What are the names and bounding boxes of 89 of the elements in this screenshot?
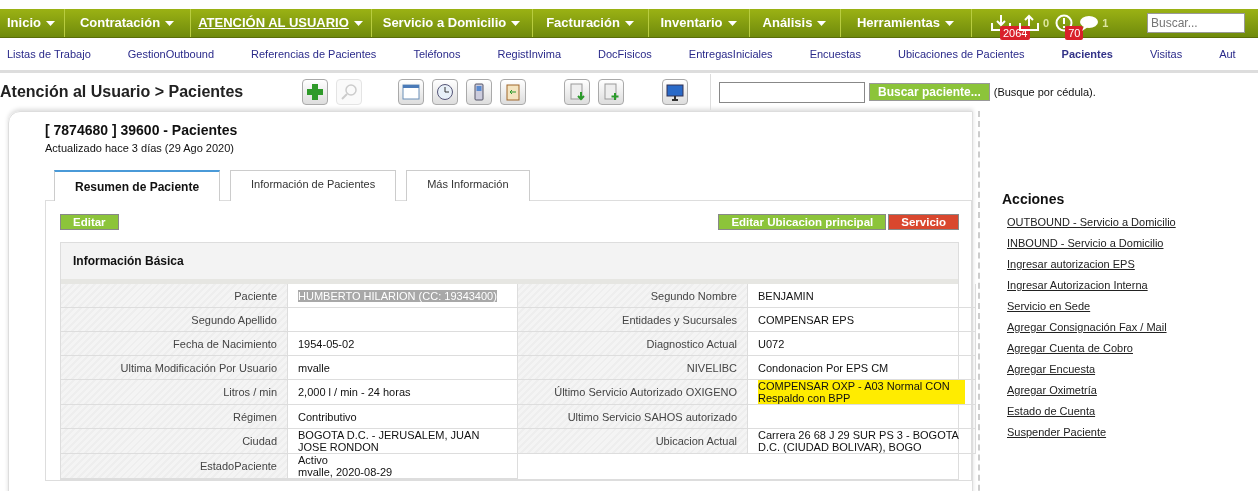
action-link[interactable]: Servicio en Sede (1007, 300, 1176, 312)
actions-heading: Acciones (1002, 191, 1066, 207)
field-value: BOGOTA D.C. - JERUSALEM, JUAN JOSE RONDON (288, 429, 518, 454)
field-label: Régimen (61, 405, 288, 429)
action-link[interactable]: Agregar Oximetría (1007, 384, 1176, 396)
field-label: Último Servicio Autorizado OXIGENO (518, 380, 748, 405)
action-link[interactable]: Agregar Consignación Fax / Mail (1007, 321, 1176, 333)
tab[interactable]: Resumen de Paciente (54, 170, 221, 201)
action-link[interactable]: Suspender Paciente (1007, 426, 1176, 438)
action-link[interactable]: Estado de Cuenta (1007, 405, 1176, 417)
field-label: Litros / min (61, 380, 288, 405)
monitor-button[interactable] (662, 79, 688, 105)
clipboard-icon (504, 83, 522, 101)
field-value: HUMBERTO HILARION (CC: 19343400) (288, 284, 518, 308)
caret-icon (165, 20, 175, 26)
field-label: Ultimo Servicio SAHOS autorizado (518, 405, 748, 429)
field-value: 1954-05-02 (288, 332, 518, 356)
caret-icon (45, 20, 55, 26)
caret-icon (353, 20, 363, 26)
field-value: Activo mvalle, 2020-08-29 (288, 454, 518, 479)
field-label: EstadoPaciente (61, 454, 288, 479)
field-label: Entidades y Sucursales (518, 308, 748, 332)
field-label: Diagnostico Actual (518, 332, 748, 356)
action-link[interactable]: OUTBOUND - Servicio a Domicilio (1007, 216, 1176, 228)
submenu-link[interactable]: Pacientes (1054, 48, 1113, 60)
caret-icon (511, 20, 521, 26)
monitor-icon (666, 83, 684, 101)
field-value: BENJAMIN (748, 284, 976, 308)
plus-button[interactable] (302, 79, 328, 105)
field-label: Segundo Nombre (518, 284, 748, 308)
search-field[interactable]: Buscar... (1147, 13, 1245, 33)
action-link[interactable]: INBOUND - Servicio a Domicilio (1007, 237, 1176, 249)
chat-icon[interactable] (1079, 15, 1100, 31)
field-value: COMPENSAR OXP - A03 Normal CON Respaldo con BPP (748, 380, 976, 405)
action-button[interactable]: Servicio (888, 214, 959, 230)
field-value: U072 (748, 332, 976, 356)
calendar-button[interactable] (398, 79, 424, 105)
patient-search-field[interactable] (719, 81, 865, 103)
field-label: Paciente (61, 284, 288, 308)
submenu-link[interactable]: Aut (1212, 48, 1236, 60)
field-label: Fecha de Nacimiento (61, 332, 288, 356)
notification-count: 1 (1102, 17, 1109, 29)
caret-icon (624, 20, 634, 26)
action-link[interactable]: Ingresar autorizacion EPS (1007, 258, 1176, 270)
field-value: Contributivo (288, 405, 518, 429)
clipboard-button[interactable] (500, 79, 526, 105)
submenu-link[interactable]: Visitas (1142, 48, 1183, 60)
caret-icon (817, 20, 827, 26)
doc-plus-icon (602, 83, 620, 101)
breadcrumb: Atención al Usuario > Pacientes (0, 83, 245, 101)
field-value: mvalle (288, 356, 518, 380)
submenu-link[interactable]: Listas de Trabajo (0, 48, 91, 60)
submenu-link[interactable]: Referencias de Pacientes (244, 48, 377, 60)
doc-plus-button[interactable] (598, 79, 624, 105)
field-label: Segundo Apellido (61, 308, 288, 332)
caret-icon (945, 20, 955, 26)
caret-icon (727, 20, 737, 26)
field-label: NIVELIBC (518, 356, 748, 380)
phone-button[interactable] (466, 79, 492, 105)
search-icon (340, 83, 358, 101)
submenu-link[interactable]: Ubicaciones de Pacientes (891, 48, 1025, 60)
action-link[interactable]: Ingresar Autorizacion Interna (1007, 279, 1176, 291)
field-value: 2,000 l / min - 24 horas (288, 380, 518, 405)
action-link[interactable]: Agregar Cuenta de Cobro (1007, 342, 1176, 354)
calendar-icon (402, 83, 420, 101)
action-link[interactable]: Agregar Encuesta (1007, 363, 1176, 375)
submenu-link[interactable]: RegistInvima (490, 48, 562, 60)
notification-count: 0 (1043, 17, 1050, 29)
plus-icon (306, 83, 324, 101)
clock-button[interactable] (432, 79, 458, 105)
submenu-link[interactable]: GestionOutbound (120, 48, 214, 60)
submenu-link[interactable]: Teléfonos (406, 48, 461, 60)
search-hint: (Busque por cédula). (993, 86, 1096, 98)
submenu-link[interactable]: Encuestas (802, 48, 861, 60)
doc-down-button[interactable] (564, 79, 590, 105)
submenu-link[interactable]: EntregasIniciales (681, 48, 773, 60)
submenu-link[interactable]: DocFisicos (591, 48, 652, 60)
field-label: Ultima Modificación Por Usuario (61, 356, 288, 380)
notification-badge: 70 (1065, 26, 1084, 40)
tab[interactable]: Más Información (406, 170, 530, 201)
updated-text: Actualizado hace 3 días (29 Ago 2020) (45, 142, 235, 154)
field-value: Carrera 26 68 J 29 SUR PS 3 - BOGOTA D.C. (CIUDAD BOLIVAR), BOGO (748, 429, 976, 454)
tab[interactable]: Información de Pacientes (230, 170, 397, 201)
clock-icon (436, 83, 454, 101)
field-label: Ubicacion Actual (518, 429, 748, 454)
field-value: COMPENSAR EPS (748, 308, 976, 332)
record-title: [ 7874680 ] 39600 - Pacientes (45, 122, 239, 138)
doc-down-icon (568, 83, 586, 101)
field-label: Ciudad (61, 429, 288, 454)
